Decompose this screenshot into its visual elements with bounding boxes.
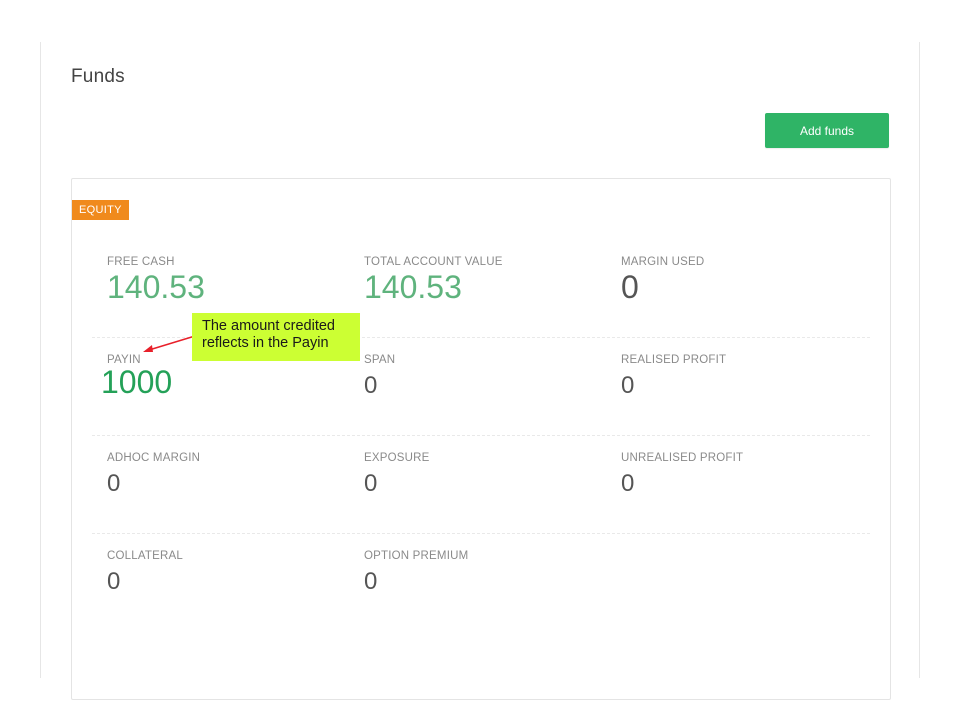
- metric-margin-used: MARGIN USED 0: [621, 255, 861, 305]
- metric-exposure: EXPOSURE 0: [364, 451, 604, 499]
- right-border: [919, 42, 920, 678]
- exposure-value: 0: [364, 470, 378, 497]
- metric-adhoc-margin: ADHOC MARGIN 0: [107, 451, 347, 499]
- equity-badge: EQUITY: [72, 200, 129, 220]
- page-title: Funds: [71, 66, 125, 87]
- margin-used-value: 0: [621, 269, 639, 305]
- realised-profit-label: REALISED PROFIT: [621, 354, 727, 366]
- metric-realised-profit: REALISED PROFIT 0: [621, 353, 861, 401]
- equity-card: EQUITY FREE CASH 140.53 TOTAL ACCOUNT VA…: [71, 178, 891, 700]
- annotation-callout: The amount credited reflects in the Payi…: [192, 313, 360, 361]
- metric-collateral: COLLATERAL 0: [107, 549, 347, 597]
- free-cash-label: FREE CASH: [107, 256, 175, 268]
- metric-total-account-value: TOTAL ACCOUNT VALUE 140.53: [364, 255, 604, 305]
- unrealised-profit-label: UNREALISED PROFIT: [621, 452, 744, 464]
- total-account-value-label: TOTAL ACCOUNT VALUE: [364, 256, 503, 268]
- row-divider: [92, 435, 870, 436]
- annotation-line-1: The amount credited: [202, 318, 335, 334]
- collateral-value: 0: [107, 568, 121, 595]
- option-premium-label: OPTION PREMIUM: [364, 550, 469, 562]
- funds-page: Funds Add funds EQUITY FREE CASH 140.53 …: [0, 0, 960, 720]
- payin-value: 1000: [101, 364, 173, 400]
- free-cash-value: 140.53: [107, 269, 205, 305]
- realised-profit-value: 0: [621, 372, 635, 399]
- exposure-label: EXPOSURE: [364, 452, 430, 464]
- collateral-label: COLLATERAL: [107, 550, 183, 562]
- row-divider: [92, 533, 870, 534]
- add-funds-button[interactable]: Add funds: [765, 113, 889, 148]
- total-account-value-value: 140.53: [364, 269, 462, 305]
- metric-span: SPAN 0: [364, 353, 604, 401]
- option-premium-value: 0: [364, 568, 378, 595]
- span-label: SPAN: [364, 354, 396, 366]
- metric-free-cash: FREE CASH 140.53: [107, 255, 347, 305]
- adhoc-margin-label: ADHOC MARGIN: [107, 452, 201, 464]
- left-border: [40, 42, 41, 678]
- callout-arrow-icon: [143, 335, 196, 352]
- adhoc-margin-value: 0: [107, 470, 121, 497]
- unrealised-profit-value: 0: [621, 470, 635, 497]
- metric-option-premium: OPTION PREMIUM 0: [364, 549, 604, 597]
- metric-unrealised-profit: UNREALISED PROFIT 0: [621, 451, 861, 499]
- annotation-line-2: reflects in the Payin: [202, 335, 329, 351]
- margin-used-label: MARGIN USED: [621, 256, 705, 268]
- span-value: 0: [364, 372, 378, 399]
